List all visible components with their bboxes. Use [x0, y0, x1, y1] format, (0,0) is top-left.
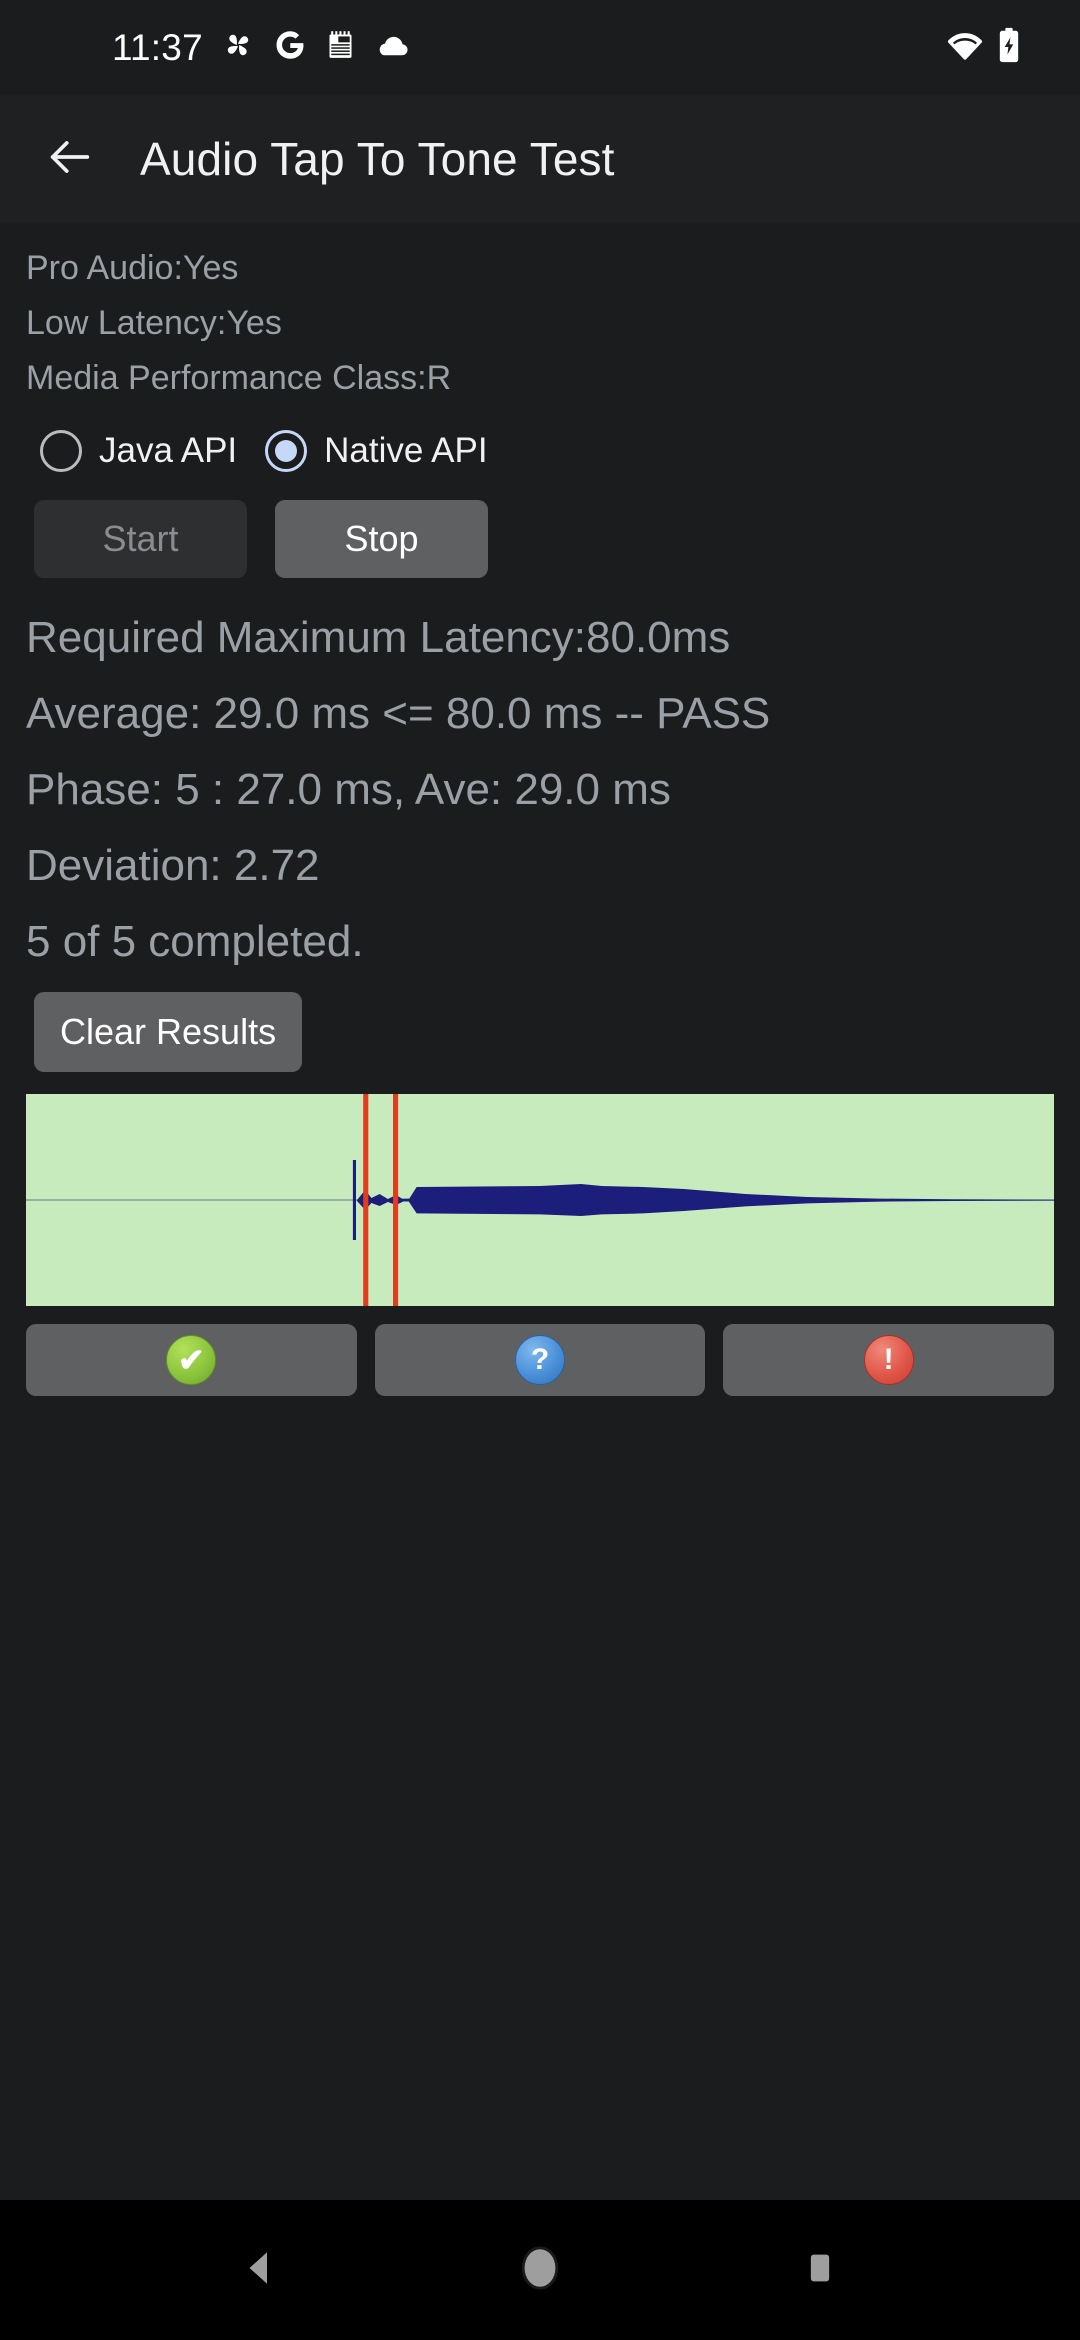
radio-unchecked-icon [40, 430, 82, 472]
radio-java-api[interactable]: Java API [40, 430, 237, 472]
info-button[interactable]: ? [374, 1324, 706, 1396]
clear-results-button[interactable]: Clear Results [34, 992, 303, 1072]
info-pro-audio: Pro Audio:Yes [26, 249, 239, 287]
nav-recents-button[interactable] [765, 2215, 875, 2325]
info-low-latency: Low Latency:Yes [26, 304, 282, 342]
nav-back-triangle-icon [239, 2247, 281, 2294]
radio-native-api-label: Native API [324, 431, 488, 470]
status-bar-right [946, 26, 1040, 69]
check-circle-icon: ✔ [166, 1335, 217, 1385]
api-selector-group: Java API Native API [0, 420, 1080, 482]
wifi-icon [946, 26, 984, 69]
clear-results-wrap: Clear Results [0, 992, 1080, 1072]
radio-java-api-label: Java API [99, 431, 238, 470]
notepad-icon [324, 29, 357, 67]
system-navigation-bar [0, 2200, 1080, 2340]
result-completed-count: 5 of 5 completed. [26, 917, 364, 966]
start-button[interactable]: Start [34, 500, 247, 578]
result-required-max-latency: Required Maximum Latency:80.0ms [26, 613, 731, 662]
app-bar: Audio Tap To Tone Test [0, 95, 1080, 223]
radio-dot [275, 440, 298, 462]
status-clock: 11:37 [112, 27, 203, 68]
battery-charging-icon [996, 26, 1022, 69]
result-average: Average: 29.0 ms <= 80.0 ms -- PASS [26, 689, 771, 738]
results-text-block: Required Maximum Latency:80.0ms Average:… [0, 600, 1080, 980]
stop-button[interactable]: Stop [275, 500, 488, 578]
nav-home-circle-icon [518, 2244, 562, 2297]
page-title: Audio Tap To Tone Test [140, 133, 615, 185]
status-bar: 11:37 [0, 0, 1080, 95]
result-deviation: Deviation: 2.72 [26, 841, 320, 890]
waveform-plot[interactable] [26, 1094, 1054, 1306]
transport-buttons: Start Stop [0, 500, 1080, 578]
pinwheel-icon [220, 27, 256, 68]
phone-screen: 11:37 Audio Tap To Tone Test Pro Audio:Y… [0, 0, 1080, 2340]
cursor-line-tap[interactable] [363, 1094, 369, 1306]
nav-back-button[interactable] [205, 2215, 315, 2325]
waveform-impulse [352, 1160, 356, 1240]
status-bar-left: 11:37 [0, 26, 412, 69]
fail-button[interactable]: ! [723, 1324, 1055, 1396]
device-info-block: Pro Audio:Yes Low Latency:Yes Media Perf… [0, 241, 1080, 406]
radio-checked-icon [265, 430, 308, 472]
verdict-buttons: ✔ ? ! [0, 1306, 1080, 1396]
exclamation-circle-icon: ! [863, 1335, 914, 1385]
question-circle-icon: ? [515, 1335, 565, 1385]
back-button[interactable] [38, 127, 102, 191]
waveform-svg [26, 1094, 1054, 1306]
cursor-line-tone[interactable] [392, 1094, 399, 1306]
result-phase: Phase: 5 : 27.0 ms, Ave: 29.0 ms [26, 765, 671, 814]
google-g-icon [273, 28, 307, 67]
back-arrow-icon [44, 131, 96, 188]
nav-home-button[interactable] [485, 2215, 595, 2325]
info-media-performance-class: Media Performance Class:R [26, 359, 452, 397]
pass-button[interactable]: ✔ [26, 1324, 357, 1396]
main-content: Pro Audio:Yes Low Latency:Yes Media Perf… [0, 223, 1080, 2200]
cloud-icon [374, 26, 412, 69]
radio-native-api[interactable]: Native API [265, 430, 488, 472]
nav-recents-square-icon [800, 2248, 840, 2293]
